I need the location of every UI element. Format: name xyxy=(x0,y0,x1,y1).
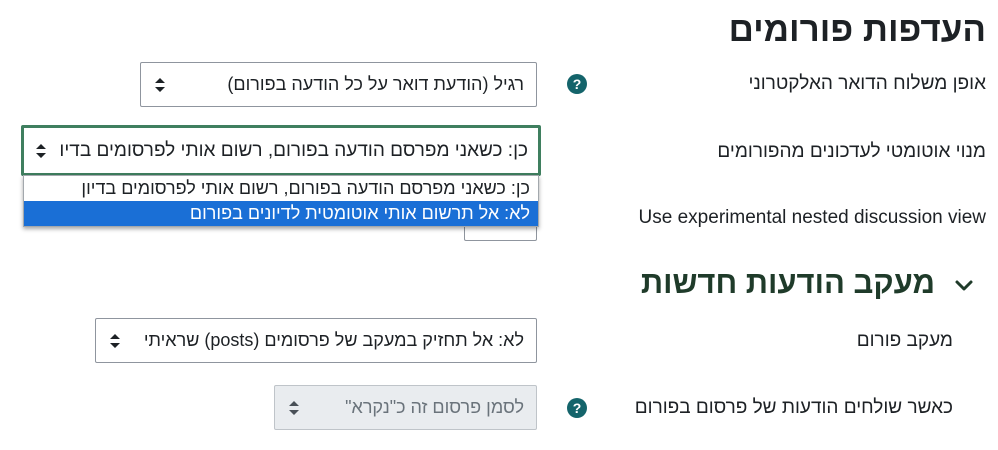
chevron-down-icon[interactable] xyxy=(954,277,974,295)
tracking-section-heading[interactable]: מעקב הודעות חדשות xyxy=(641,265,935,301)
mark-read-value: לסמן פרסום זה כ"נקרא" xyxy=(345,397,524,417)
forum-tracking-value: לא: אל תחזיק במעקב של פרסומים (posts) שר… xyxy=(143,330,524,350)
question-circle-icon[interactable]: ? xyxy=(567,74,587,94)
mail-format-select[interactable]: רגיל (הודעת דואר על כל הודעה בפורום) xyxy=(140,62,537,107)
auto-subscribe-dropdown[interactable]: כן: כשאני מפרסם הודעה בפורום, רשום אותי … xyxy=(23,175,539,227)
caret-updown-icon xyxy=(110,333,120,348)
dropdown-option-yes[interactable]: כן: כשאני מפרסם הודעה בפורום, רשום אותי … xyxy=(24,176,538,201)
mark-read-label: כאשר שולחים הודעות של פרסום בפורום xyxy=(634,397,953,418)
caret-updown-icon xyxy=(36,143,46,158)
auto-subscribe-select[interactable]: כן: כשאני מפרסם הודעה בפורום, רשום אותי … xyxy=(21,125,541,176)
mail-format-label: אופן משלוח הדואר האלקטרוני xyxy=(748,73,986,94)
question-circle-icon[interactable]: ? xyxy=(567,398,587,418)
mark-read-select: לסמן פרסום זה כ"נקרא" xyxy=(274,385,537,430)
mail-format-value: רגיל (הודעת דואר על כל הודעה בפורום) xyxy=(227,74,524,94)
nested-view-label: Use experimental nested discussion view xyxy=(638,207,986,228)
page-title: העדפות פורומים xyxy=(728,10,986,49)
auto-subscribe-value: כן: כשאני מפרסם הודעה בפורום, רשום אותי … xyxy=(58,139,528,161)
auto-subscribe-label: מנוי אוטומטי לעדכונים מהפורומים xyxy=(717,141,986,162)
dropdown-option-no[interactable]: לא: אל תרשום אותי אוטומטית לדיונים בפורו… xyxy=(24,201,538,226)
forum-tracking-label: מעקב פורום xyxy=(856,330,953,351)
caret-updown-icon xyxy=(155,77,165,92)
forum-tracking-select[interactable]: לא: אל תחזיק במעקב של פרסומים (posts) שר… xyxy=(95,318,537,363)
caret-updown-icon xyxy=(289,400,299,415)
